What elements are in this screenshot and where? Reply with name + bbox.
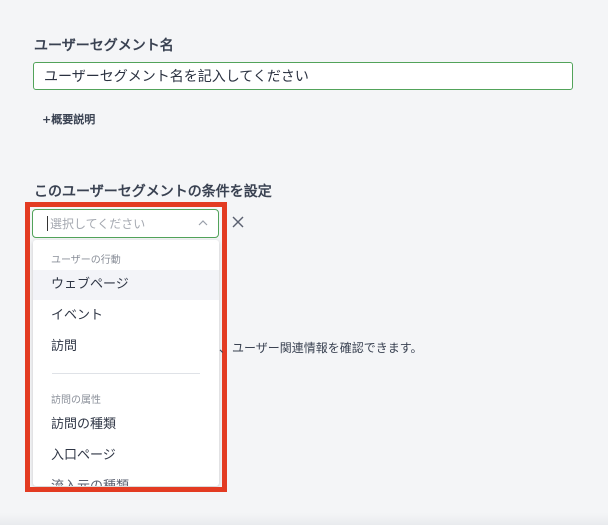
add-description-link[interactable]: +概要説明 [42,111,95,127]
condition-select[interactable] [32,209,219,238]
dropdown-option-event[interactable]: イベント [33,301,219,331]
dropdown-separator [52,373,200,374]
dropdown-option-visit-type[interactable]: 訪問の種類 [33,410,219,440]
segment-name-label: ユーザーセグメント名 [34,38,174,54]
bottom-fade [0,513,608,525]
chevron-up-icon[interactable] [198,218,208,228]
condition-dropdown-menu: ユーザーの行動 ウェブページ イベント 訪問 訪問の属性 訪問の種類 入口ページ… [33,240,219,486]
dropdown-option-entry-page[interactable]: 入口ページ [33,441,219,471]
segment-name-input[interactable] [33,62,573,90]
user-info-hint: ユーザー関連情報を確認できます。 [232,341,423,355]
condition-section-label: このユーザーセグメントの条件を設定 [34,184,272,200]
dropdown-option-referrer-type[interactable]: 流入元の種類 [33,472,219,486]
dropdown-option-visit[interactable]: 訪問 [33,332,219,362]
dropdown-group-header-visit-attributes: 訪問の属性 [51,395,101,406]
close-icon[interactable] [231,215,245,229]
condition-select-input[interactable] [48,214,192,233]
dropdown-group-header-user-behavior: ユーザーの行動 [51,255,121,266]
dropdown-option-webpage[interactable]: ウェブページ [33,270,219,300]
info-prefix-mark: 、 [219,341,232,355]
